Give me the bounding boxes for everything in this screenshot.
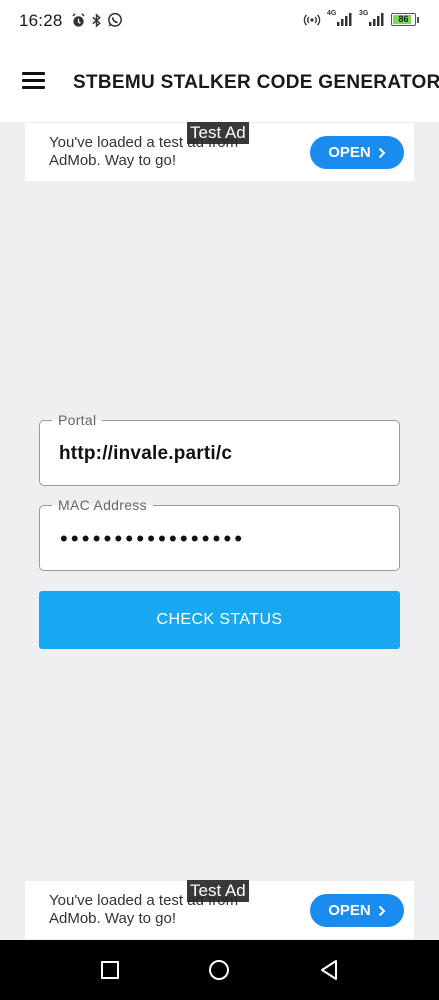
chevron-right-icon (378, 905, 386, 916)
recent-apps-icon[interactable] (98, 958, 122, 982)
status-bar: 16:28 4G 3G 86 (0, 0, 439, 44)
signal-4g-icon: 4G (327, 10, 353, 27)
ad-open-label: OPEN (328, 144, 371, 161)
top-ad-banner[interactable]: You've loaded a test ad from AdMob. Way … (25, 122, 414, 181)
battery-level: 86 (398, 14, 409, 24)
hamburger-menu-icon[interactable] (22, 72, 46, 92)
mac-address-field[interactable]: MAC Address ••••••••••••••••• (39, 496, 400, 571)
back-icon[interactable] (317, 958, 341, 982)
bluetooth-icon (92, 12, 101, 28)
ad-open-label: OPEN (328, 902, 371, 919)
whatsapp-icon (108, 12, 122, 27)
page-title: STBEMU STALKER CODE GENERATOR (73, 72, 439, 93)
battery-icon: 86 (391, 13, 416, 26)
status-right-icons: 4G 3G 86 (303, 10, 419, 27)
portal-input[interactable]: http://invale.parti/c (59, 443, 232, 465)
test-ad-label: Test Ad (187, 880, 249, 902)
signal-3g-icon: 3G (359, 10, 385, 27)
bottom-ad-banner[interactable]: You've loaded a test ad from AdMob. Way … (25, 880, 414, 939)
portal-field[interactable]: Portal http://invale.parti/c (39, 411, 400, 486)
app-bar: STBEMU STALKER CODE GENERATOR (0, 44, 439, 122)
status-left-icons (71, 12, 123, 28)
ad-open-button[interactable]: OPEN (310, 894, 404, 927)
navigation-bar (0, 940, 439, 1000)
hotspot-icon (303, 14, 321, 25)
test-ad-label: Test Ad (187, 122, 249, 144)
app-screen: 16:28 4G 3G 86 STBEMU STALKER CODE GENER… (0, 0, 439, 1000)
battery-cap (417, 16, 419, 23)
status-time: 16:28 (19, 11, 63, 30)
alarm-icon (72, 12, 85, 27)
chevron-right-icon (378, 147, 386, 158)
home-icon[interactable] (207, 958, 231, 982)
portal-label: Portal (52, 411, 103, 429)
check-status-button[interactable]: CHECK STATUS (39, 591, 400, 649)
ad-open-button[interactable]: OPEN (310, 136, 404, 169)
mac-address-input[interactable]: ••••••••••••••••• (60, 526, 245, 552)
mac-address-label: MAC Address (52, 496, 153, 514)
